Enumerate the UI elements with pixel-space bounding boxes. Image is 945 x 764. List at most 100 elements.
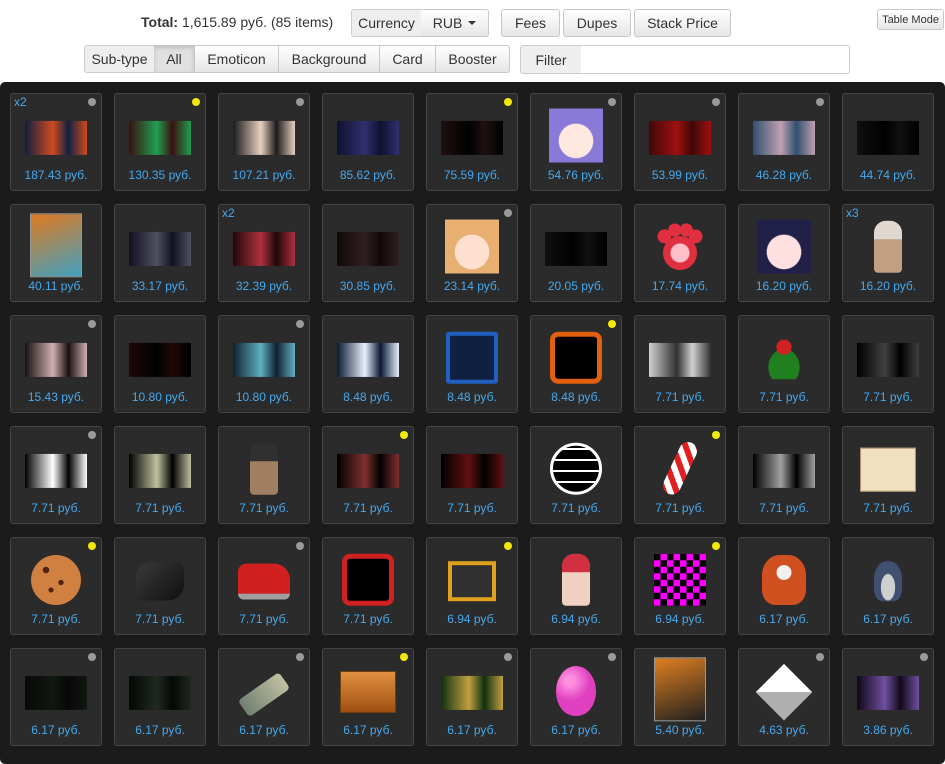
item-price: 7.71 руб. xyxy=(759,390,809,404)
item-price: 75.59 руб. xyxy=(443,168,501,182)
inventory-item[interactable]: 6.94 руб. xyxy=(634,537,726,635)
item-image xyxy=(857,342,919,377)
item-price: 7.71 руб. xyxy=(655,390,705,404)
inventory-item[interactable]: 8.48 руб. xyxy=(530,315,622,413)
inventory-item[interactable]: 6.17 руб. xyxy=(322,648,414,746)
inventory-item[interactable]: 7.71 руб. xyxy=(530,426,622,524)
subtype-all[interactable]: All xyxy=(154,45,195,73)
inventory-item[interactable]: 10.80 руб. xyxy=(114,315,206,413)
inventory-item[interactable]: 7.71 руб. xyxy=(114,537,206,635)
status-dot-icon xyxy=(296,653,304,661)
inventory-item[interactable]: 7.71 руб. xyxy=(10,426,102,524)
item-price: 15.43 руб. xyxy=(27,390,85,404)
inventory-item[interactable]: 17.74 руб. xyxy=(634,204,726,302)
item-price: 85.62 руб. xyxy=(339,168,397,182)
subtype-emoticon[interactable]: Emoticon xyxy=(195,45,279,73)
inventory-item[interactable]: 16.20 руб. xyxy=(738,204,830,302)
inventory-item[interactable]: 6.17 руб. xyxy=(218,648,310,746)
item-price: 16.20 руб. xyxy=(755,279,813,293)
item-price: 6.94 руб. xyxy=(447,612,497,626)
item-image xyxy=(654,220,706,273)
item-image xyxy=(233,342,295,377)
item-image xyxy=(874,220,902,273)
inventory-item[interactable]: 7.71 руб. xyxy=(738,426,830,524)
currency-dropdown[interactable]: RUB xyxy=(421,9,489,37)
inventory-item[interactable]: 130.35 руб. xyxy=(114,93,206,191)
item-image xyxy=(556,666,596,716)
item-image xyxy=(337,342,399,377)
subtype-background[interactable]: Background xyxy=(279,45,380,73)
inventory-item[interactable]: 33.17 руб. xyxy=(114,204,206,302)
fees-button[interactable]: Fees xyxy=(501,9,560,37)
inventory-item[interactable]: 6.17 руб. xyxy=(426,648,518,746)
inventory-item[interactable]: 23.14 руб. xyxy=(426,204,518,302)
inventory-item[interactable]: 54.76 руб. xyxy=(530,93,622,191)
inventory-item[interactable]: 53.99 руб. xyxy=(634,93,726,191)
inventory-item[interactable]: 40.11 руб. xyxy=(10,204,102,302)
inventory-item[interactable]: 7.71 руб. xyxy=(426,426,518,524)
inventory-item[interactable]: 7.71 руб. xyxy=(114,426,206,524)
item-image xyxy=(550,331,602,384)
item-price: 6.17 руб. xyxy=(239,723,289,737)
inventory-item[interactable]: 8.48 руб. xyxy=(426,315,518,413)
inventory-item[interactable]: 3.86 руб. xyxy=(842,648,934,746)
item-price: 30.85 руб. xyxy=(339,279,397,293)
inventory-grid: x2 187.43 руб. 130.35 руб. 107.21 руб. 85.62… xyxy=(0,82,945,764)
status-dot-icon xyxy=(608,98,616,106)
item-image xyxy=(25,342,87,377)
status-dot-icon xyxy=(712,98,720,106)
inventory-item[interactable]: 7.71 руб. xyxy=(322,426,414,524)
inventory-item[interactable]: 7.71 руб. xyxy=(322,537,414,635)
item-price: 17.74 руб. xyxy=(651,279,709,293)
inventory-item[interactable]: 6.94 руб. xyxy=(426,537,518,635)
filter-input[interactable] xyxy=(581,45,850,74)
inventory-item[interactable]: 6.17 руб. xyxy=(530,648,622,746)
item-image xyxy=(129,453,191,488)
inventory-item[interactable]: 85.62 руб. xyxy=(322,93,414,191)
marketable-dot-icon xyxy=(712,542,720,550)
item-image xyxy=(545,231,607,266)
inventory-item[interactable]: 15.43 руб. xyxy=(10,315,102,413)
table-mode-button[interactable]: Table Mode xyxy=(877,9,944,30)
subtype-booster[interactable]: Booster xyxy=(436,45,510,73)
inventory-item[interactable]: 4.63 руб. xyxy=(738,648,830,746)
item-price: 8.48 руб. xyxy=(343,390,393,404)
item-price: 8.48 руб. xyxy=(447,390,497,404)
inventory-item[interactable]: 30.85 руб. xyxy=(322,204,414,302)
inventory-item[interactable]: 6.17 руб. xyxy=(738,537,830,635)
subtype-card[interactable]: Card xyxy=(380,45,436,73)
item-image xyxy=(340,670,396,713)
inventory-item[interactable]: 46.28 руб. xyxy=(738,93,830,191)
inventory-item[interactable]: 7.71 руб. xyxy=(634,315,726,413)
item-price: 6.17 руб. xyxy=(759,612,809,626)
status-dot-icon xyxy=(88,320,96,328)
item-image xyxy=(760,339,808,380)
inventory-item[interactable]: 8.48 руб. xyxy=(322,315,414,413)
inventory-item[interactable]: 7.71 руб. xyxy=(634,426,726,524)
inventory-item[interactable]: 75.59 руб. xyxy=(426,93,518,191)
inventory-item[interactable]: 107.21 руб. xyxy=(218,93,310,191)
inventory-item[interactable]: 7.71 руб. xyxy=(10,537,102,635)
item-image xyxy=(233,120,295,155)
inventory-item[interactable]: 6.17 руб. xyxy=(114,648,206,746)
stack-price-button[interactable]: Stack Price xyxy=(634,9,731,37)
inventory-item[interactable]: 6.17 руб. xyxy=(10,648,102,746)
inventory-item[interactable]: 7.71 руб. xyxy=(842,315,934,413)
inventory-item[interactable]: x2 32.39 руб. xyxy=(218,204,310,302)
inventory-item[interactable]: 6.17 руб. xyxy=(842,537,934,635)
inventory-item[interactable]: 7.71 руб. xyxy=(218,426,310,524)
inventory-item[interactable]: x3 16.20 руб. xyxy=(842,204,934,302)
status-dot-icon xyxy=(816,98,824,106)
inventory-item[interactable]: 5.40 руб. xyxy=(634,648,726,746)
inventory-item[interactable]: 44.74 руб. xyxy=(842,93,934,191)
inventory-item[interactable]: 6.94 руб. xyxy=(530,537,622,635)
dupes-button[interactable]: Dupes xyxy=(563,9,631,37)
inventory-item[interactable]: 7.71 руб. xyxy=(218,537,310,635)
item-image xyxy=(233,231,295,266)
total-summary: Total: 1,615.89 руб. (85 items) xyxy=(141,14,333,30)
inventory-item[interactable]: 10.80 руб. xyxy=(218,315,310,413)
inventory-item[interactable]: 7.71 руб. xyxy=(738,315,830,413)
inventory-item[interactable]: x2 187.43 руб. xyxy=(10,93,102,191)
inventory-item[interactable]: 7.71 руб. xyxy=(842,426,934,524)
inventory-item[interactable]: 20.05 руб. xyxy=(530,204,622,302)
